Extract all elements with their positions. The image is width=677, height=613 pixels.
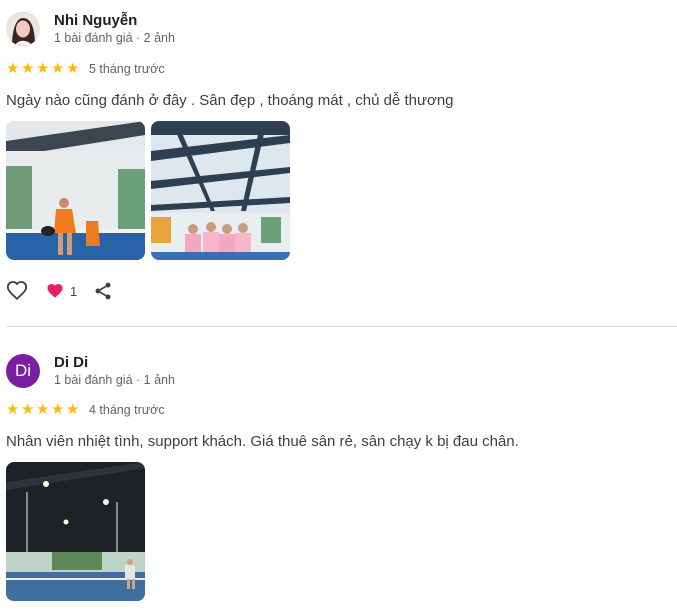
review-photo[interactable] xyxy=(151,121,290,260)
star-icon: ★ xyxy=(51,401,65,418)
star-icon: ★ xyxy=(66,401,80,418)
author-meta: 1 bài đánh giá · 2 ảnh xyxy=(54,31,175,45)
avatar[interactable]: Di xyxy=(6,354,40,388)
author-name[interactable]: Di Di xyxy=(54,354,88,371)
heart-outline-icon xyxy=(6,281,28,301)
share-icon xyxy=(95,282,111,300)
avatar-image xyxy=(6,12,40,46)
review-photo[interactable] xyxy=(6,121,145,260)
star-icon: ★ xyxy=(6,401,20,418)
star-icon: ★ xyxy=(36,60,50,77)
review-text: Ngày nào cũng đánh ở đây . Sân đẹp , tho… xyxy=(6,92,454,109)
author-name[interactable]: Nhi Nguyễn xyxy=(54,12,137,29)
star-rating: ★ ★ ★ ★ ★ xyxy=(6,61,81,76)
star-icon: ★ xyxy=(6,60,20,77)
review-time: 4 tháng trước xyxy=(89,403,165,417)
review-divider xyxy=(6,326,677,327)
star-rating: ★ ★ ★ ★ ★ xyxy=(6,402,81,417)
like-count-badge: 1 xyxy=(46,282,77,300)
star-icon: ★ xyxy=(51,60,65,77)
author-meta: 1 bài đánh giá · 1 ảnh xyxy=(54,373,175,387)
star-icon: ★ xyxy=(36,401,50,418)
star-icon: ★ xyxy=(66,60,80,77)
like-count: 1 xyxy=(70,283,78,299)
review-text: Nhân viên nhiệt tình, support khách. Giá… xyxy=(6,433,519,450)
like-button[interactable] xyxy=(6,280,28,302)
review-photo[interactable] xyxy=(6,462,145,601)
star-icon: ★ xyxy=(21,401,35,418)
review-actions: 1 xyxy=(6,280,113,302)
avatar[interactable] xyxy=(6,12,40,46)
review-time: 5 tháng trước xyxy=(89,62,165,76)
star-icon: ★ xyxy=(21,60,35,77)
share-button[interactable] xyxy=(93,281,113,301)
heart-filled-icon xyxy=(47,284,63,298)
